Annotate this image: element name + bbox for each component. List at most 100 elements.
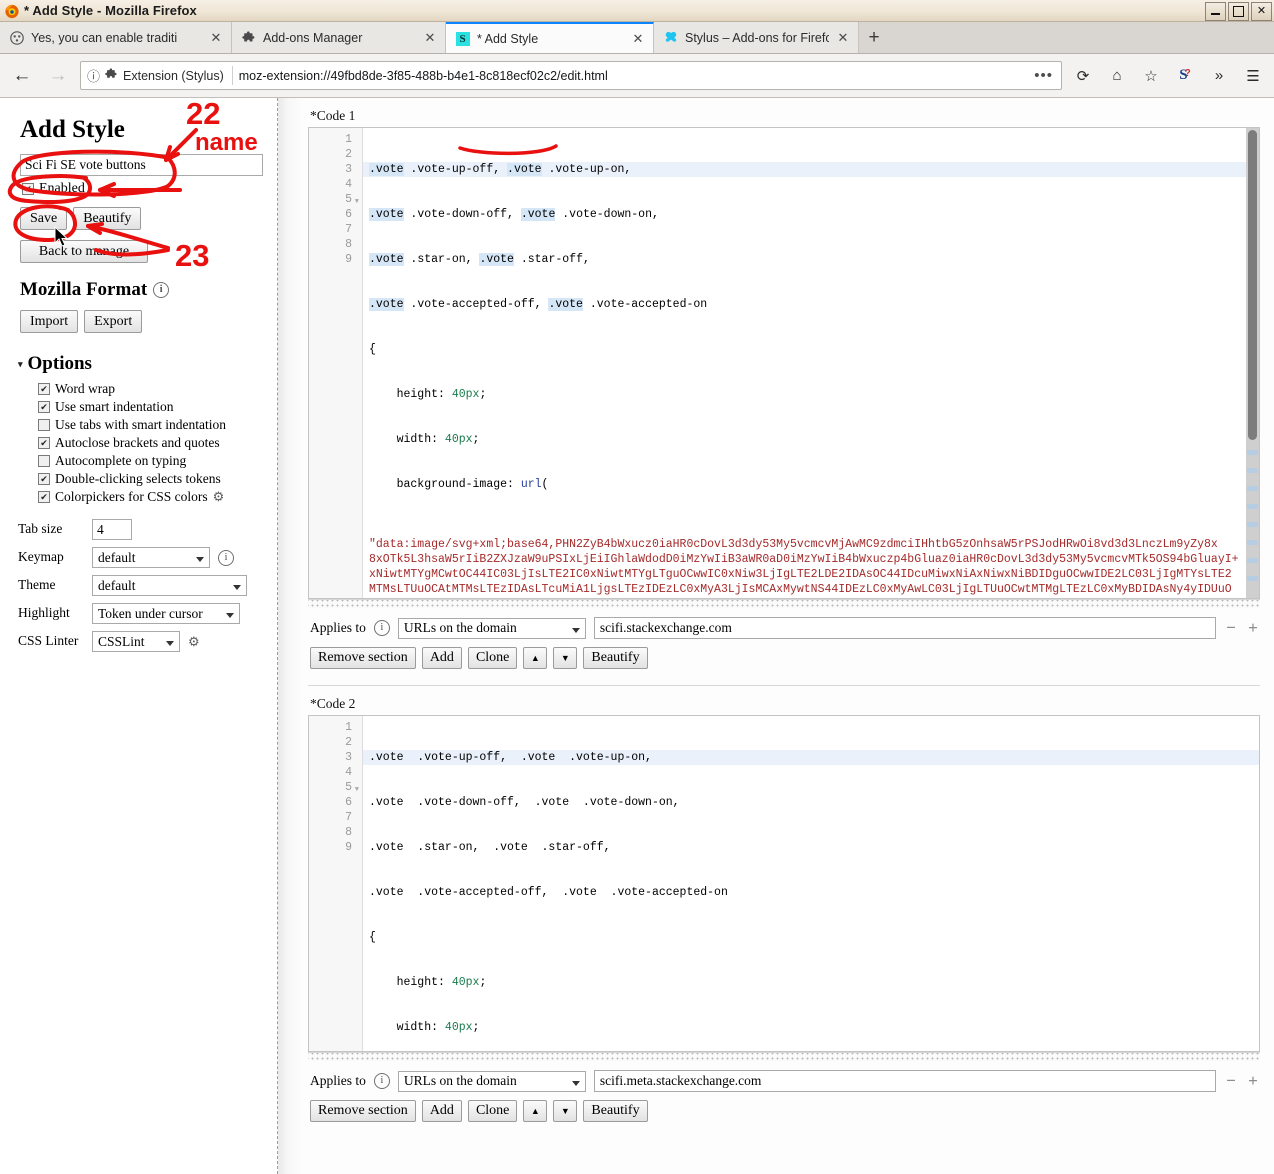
- maximize-button[interactable]: [1228, 2, 1249, 21]
- info-icon[interactable]: i: [373, 1073, 390, 1089]
- move-section-down-button-1[interactable]: ▼: [553, 647, 578, 669]
- option-checkbox[interactable]: [38, 437, 50, 449]
- overflow-button[interactable]: »: [1206, 63, 1232, 89]
- applies-to-row-1: Applies to i URLs on the domain − +: [310, 617, 1260, 639]
- editor-scrollbar-1[interactable]: [1246, 128, 1259, 598]
- beautify-section-button-2[interactable]: Beautify: [583, 1100, 648, 1122]
- remove-section-button-2[interactable]: Remove section: [310, 1100, 416, 1122]
- applies-to-value-input-1[interactable]: [593, 617, 1216, 639]
- clone-section-button-2[interactable]: Clone: [467, 1100, 518, 1122]
- page-actions-icon[interactable]: •••: [1034, 67, 1055, 84]
- line-number: 8: [345, 238, 352, 251]
- menu-button[interactable]: ☰: [1240, 63, 1266, 89]
- code-editor-1[interactable]: 1 2 3 4 5 ▼ 6 7 8 9 .vote .vote-up-off, .…: [308, 127, 1260, 599]
- option-doubleclick-tokens[interactable]: Double-clicking selects tokens: [38, 471, 263, 487]
- url-text[interactable]: moz-extension://49fbd8de-3f85-488b-b4e1-…: [239, 69, 1028, 83]
- theme-select[interactable]: default: [92, 575, 247, 596]
- code-editor-2[interactable]: 1 2 3 4 5 ▼ 6 7 8 9 .vote .vote-up-off, .…: [308, 715, 1260, 1052]
- tab-close-icon-2[interactable]: ✕: [631, 31, 645, 47]
- identity-label: Extension (Stylus): [123, 68, 224, 83]
- browser-tab-1[interactable]: Add-ons Manager ✕: [232, 22, 446, 53]
- minimize-button[interactable]: [1205, 2, 1226, 21]
- add-section-button-1[interactable]: Add: [421, 647, 462, 669]
- beautify-button[interactable]: Beautify: [73, 207, 142, 230]
- css-linter-select[interactable]: CSSLint: [92, 631, 180, 652]
- import-export-actions: Import Export: [20, 310, 263, 333]
- new-tab-button[interactable]: +: [859, 22, 889, 53]
- applies-to-type-select-1[interactable]: URLs on the domain: [397, 617, 586, 639]
- remove-applies-to-button-1[interactable]: −: [1224, 618, 1238, 638]
- code-content[interactable]: .vote .vote-up-off, .vote .vote-up-on, .…: [363, 716, 1259, 1051]
- option-word-wrap[interactable]: Word wrap: [38, 381, 263, 397]
- option-autoclose-brackets[interactable]: Autoclose brackets and quotes: [38, 435, 263, 451]
- move-section-up-button-1[interactable]: ▲: [523, 647, 548, 669]
- move-section-up-button-2[interactable]: ▲: [523, 1100, 548, 1122]
- add-applies-to-button-2[interactable]: +: [1246, 1071, 1260, 1091]
- code-content[interactable]: .vote .vote-up-off, .vote .vote-up-on, .…: [363, 128, 1246, 598]
- editor-sidebar: Add Style Enabled Save Beautify Back to …: [0, 98, 278, 1174]
- save-button[interactable]: Save: [20, 207, 68, 230]
- tab-close-icon-1[interactable]: ✕: [423, 30, 437, 46]
- gear-icon[interactable]: ⚙: [213, 489, 225, 505]
- info-icon[interactable]: i: [218, 549, 234, 566]
- option-tabs-smart-indentation[interactable]: Use tabs with smart indentation: [38, 417, 263, 433]
- scrollbar-thumb[interactable]: [1248, 130, 1257, 440]
- keymap-select[interactable]: default: [92, 547, 210, 568]
- option-checkbox[interactable]: [38, 419, 50, 431]
- home-button[interactable]: ⌂: [1104, 63, 1130, 89]
- browser-tab-2[interactable]: S * Add Style ✕: [446, 22, 654, 53]
- move-section-down-button-2[interactable]: ▼: [553, 1100, 578, 1122]
- applies-to-value-input-2[interactable]: [593, 1070, 1216, 1092]
- style-name-input[interactable]: [20, 154, 263, 176]
- enabled-checkbox-row[interactable]: Enabled: [22, 181, 263, 197]
- option-smart-indentation[interactable]: Use smart indentation: [38, 399, 263, 415]
- import-button[interactable]: Import: [20, 310, 79, 333]
- editor-resize-handle-1[interactable]: [308, 599, 1260, 608]
- identity-box[interactable]: ⓘ Extension (Stylus): [87, 66, 233, 85]
- close-button[interactable]: ✕: [1251, 2, 1272, 21]
- option-checkbox[interactable]: [38, 401, 50, 413]
- remove-section-button-1[interactable]: Remove section: [310, 647, 416, 669]
- remove-applies-to-button-2[interactable]: −: [1224, 1071, 1238, 1091]
- option-autocomplete-typing[interactable]: Autocomplete on typing: [38, 453, 263, 469]
- info-icon[interactable]: i: [153, 282, 170, 298]
- applies-to-type-select-2[interactable]: URLs on the domain: [397, 1070, 586, 1092]
- line-number: 7: [345, 811, 352, 824]
- forward-button[interactable]: →: [44, 62, 72, 90]
- options-heading[interactable]: ▾ Options: [18, 353, 263, 375]
- tab-close-icon-3[interactable]: ✕: [836, 30, 850, 46]
- tab-size-input[interactable]: [92, 519, 132, 540]
- bookmark-button[interactable]: ☆: [1138, 63, 1164, 89]
- add-section-button-2[interactable]: Add: [421, 1100, 462, 1122]
- fold-toggle-icon[interactable]: ▼: [355, 783, 359, 798]
- browser-tab-0[interactable]: Yes, you can enable traditi ✕: [0, 22, 232, 53]
- beautify-section-button-1[interactable]: Beautify: [583, 647, 648, 669]
- option-colorpickers[interactable]: Colorpickers for CSS colors ⚙: [38, 489, 263, 505]
- data-uri-line: "data:image/svg+xml;base64,PHN2ZyB4bWxuc…: [369, 538, 1218, 551]
- tab-close-icon-0[interactable]: ✕: [209, 30, 223, 46]
- line-number: 2: [345, 148, 352, 161]
- option-checkbox[interactable]: [38, 473, 50, 485]
- back-button[interactable]: ←: [8, 62, 36, 90]
- export-button[interactable]: Export: [84, 310, 143, 333]
- gear-icon[interactable]: ⚙: [188, 634, 200, 650]
- section-buttons-2: Remove section Add Clone ▲ ▼ Beautify: [310, 1100, 1260, 1122]
- add-applies-to-button-1[interactable]: +: [1246, 618, 1260, 638]
- section-title: *Code 1: [310, 108, 356, 123]
- url-bar[interactable]: ⓘ Extension (Stylus) moz-extension://49f…: [80, 61, 1062, 90]
- highlight-select[interactable]: Token under cursor: [92, 603, 240, 624]
- editor-resize-handle-2[interactable]: [308, 1052, 1260, 1061]
- line-number: 4: [345, 766, 352, 779]
- stylus-toolbar-button[interactable]: S?: [1172, 63, 1198, 89]
- enabled-checkbox[interactable]: [22, 183, 34, 195]
- clone-section-button-1[interactable]: Clone: [467, 647, 518, 669]
- back-to-manage-button[interactable]: Back to manage: [20, 240, 148, 263]
- browser-tab-label-0: Yes, you can enable traditi: [31, 30, 178, 45]
- browser-tab-3[interactable]: Stylus – Add-ons for Firefo ✕: [654, 22, 859, 53]
- option-checkbox[interactable]: [38, 455, 50, 467]
- option-checkbox[interactable]: [38, 491, 50, 503]
- info-icon[interactable]: i: [373, 620, 390, 636]
- reload-button[interactable]: ⟳: [1070, 63, 1096, 89]
- fold-toggle-icon[interactable]: ▼: [355, 195, 359, 210]
- option-checkbox[interactable]: [38, 383, 50, 395]
